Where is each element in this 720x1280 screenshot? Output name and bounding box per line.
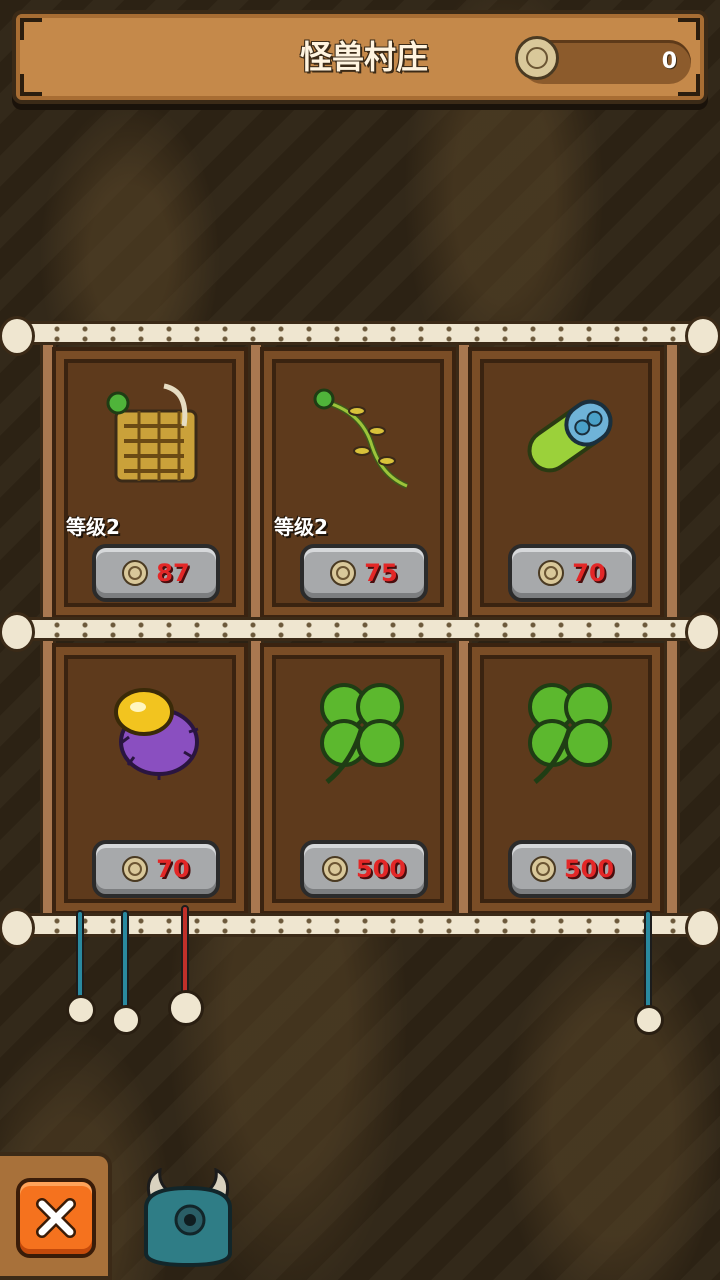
item-price: 500 xyxy=(563,855,615,883)
skull-ornament xyxy=(66,995,96,1025)
buy-button[interactable]: 500 xyxy=(508,840,636,898)
close-icon xyxy=(36,1198,76,1238)
four-leaf-clover-icon xyxy=(528,683,612,784)
shop-shelf: 等级2 87 等级2 75 70 70 500 500 xyxy=(0,316,720,948)
buy-button[interactable]: 70 xyxy=(508,544,636,602)
close-button[interactable] xyxy=(16,1178,96,1258)
shop-item-2[interactable]: 等级2 75 xyxy=(260,347,456,619)
shop-item-6[interactable]: 500 xyxy=(468,643,664,915)
buy-button[interactable]: 87 xyxy=(92,544,220,602)
four-leaf-clover-icon xyxy=(320,683,404,784)
buy-button[interactable]: 70 xyxy=(92,840,220,898)
bone-bar xyxy=(0,612,720,652)
coin-icon xyxy=(122,560,149,586)
coin-icon xyxy=(321,856,348,882)
item-price: 70 xyxy=(156,855,190,883)
capsule-pill-icon xyxy=(527,399,613,473)
bone-bar xyxy=(0,316,720,356)
header-bar: 怪兽村庄 0 xyxy=(12,10,708,104)
shop-item-4[interactable]: 70 xyxy=(52,643,248,915)
skull-ornament xyxy=(634,1005,664,1035)
item-price: 500 xyxy=(355,855,407,883)
item-price: 70 xyxy=(572,559,606,587)
shop-item-1[interactable]: 等级2 87 xyxy=(52,347,248,619)
horned-monster-icon[interactable] xyxy=(138,1168,238,1268)
coin-icon xyxy=(122,856,149,882)
skull-ornament xyxy=(168,990,204,1026)
coin-icon xyxy=(515,36,559,80)
coin-icon xyxy=(330,560,357,586)
clover-vine-icon xyxy=(313,388,409,489)
hanging-rope xyxy=(121,910,129,1010)
item-price: 75 xyxy=(364,559,398,587)
skull-ornament xyxy=(111,1005,141,1035)
bone-bar xyxy=(0,908,720,948)
coin-icon xyxy=(538,560,565,586)
coin-count: 0 xyxy=(661,49,677,74)
coin-balance: 0 xyxy=(515,36,691,84)
buy-button[interactable]: 500 xyxy=(300,840,428,898)
item-price: 87 xyxy=(156,559,190,587)
hanging-rope xyxy=(181,905,189,995)
spore-creature-icon xyxy=(114,688,199,780)
hanging-rope xyxy=(76,910,84,1000)
hanging-rope xyxy=(644,910,652,1010)
item-level: 等级2 xyxy=(66,515,120,539)
item-level: 等级2 xyxy=(274,515,328,539)
shop-item-5[interactable]: 500 xyxy=(260,643,456,915)
shop-item-3[interactable]: 70 xyxy=(468,347,664,619)
buy-button[interactable]: 75 xyxy=(300,544,428,602)
coin-icon xyxy=(529,856,556,882)
gold-treasure-icon xyxy=(106,383,198,483)
